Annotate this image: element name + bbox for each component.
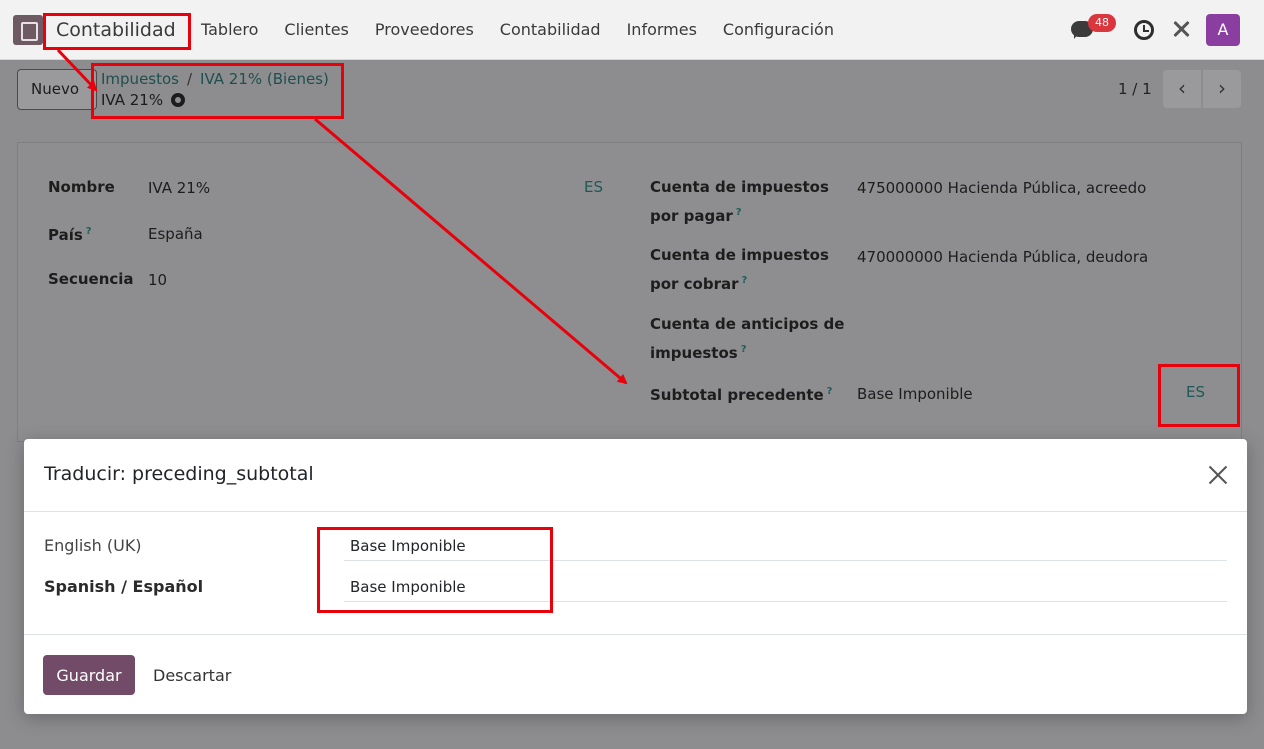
breadcrumb: Impuestos / IVA 21% (Bienes): [101, 70, 329, 88]
help-tooltip-icon[interactable]: ?: [741, 344, 747, 355]
message-count-badge: 48: [1088, 14, 1116, 32]
translation-language-english: English (UK): [44, 536, 142, 555]
close-icon[interactable]: [1208, 465, 1228, 485]
form-sheet: Nombre IVA 21% ES País? España Secuencia…: [17, 142, 1242, 442]
top-navbar: Contabilidad Tablero Clientes Proveedore…: [0, 0, 1264, 60]
translate-es-button-nombre[interactable]: ES: [584, 178, 603, 196]
translate-dialog: Traducir: preceding_subtotal English (UK…: [24, 439, 1247, 714]
field-label-nombre: Nombre: [48, 178, 115, 196]
menu-item-contabilidad[interactable]: Contabilidad: [500, 20, 601, 39]
apps-menu-icon[interactable]: [13, 15, 43, 45]
field-value-secuencia[interactable]: 10: [148, 267, 167, 293]
control-panel: Nuevo Impuestos / IVA 21% (Bienes) IVA 21%…: [0, 60, 1264, 132]
breadcrumb-link-impuestos[interactable]: Impuestos: [101, 70, 179, 88]
field-label-cuenta-por-cobrar: Cuenta de impuestos por cobrar?: [650, 246, 829, 293]
breadcrumb-link-record[interactable]: IVA 21% (Bienes): [200, 70, 329, 88]
pager-previous-button[interactable]: ‹: [1163, 70, 1201, 108]
menu-item-tablero[interactable]: Tablero: [201, 20, 258, 39]
debug-tools-icon[interactable]: [1171, 19, 1191, 39]
help-tooltip-icon[interactable]: ?: [742, 275, 748, 286]
pager-value[interactable]: 1 / 1: [1118, 80, 1152, 98]
field-value-pais[interactable]: España: [148, 221, 203, 247]
activity-clock-icon[interactable]: [1134, 20, 1154, 40]
translation-input-english[interactable]: [344, 531, 1227, 561]
translate-es-button-subtotal[interactable]: ES: [1186, 383, 1205, 401]
field-label-subtotal-precedente: Subtotal precedente?: [650, 386, 833, 404]
breadcrumb-separator: /: [186, 70, 193, 88]
field-label-pais: País?: [48, 226, 92, 244]
pager-next-button[interactable]: ›: [1203, 70, 1241, 108]
record-title: IVA 21%: [101, 91, 186, 109]
field-label-cuenta-anticipos: Cuenta de anticipos de impuestos?: [650, 315, 845, 362]
gear-icon[interactable]: [171, 93, 186, 107]
menu-item-proveedores[interactable]: Proveedores: [375, 20, 474, 39]
field-value-subtotal-precedente[interactable]: Base Imponible: [857, 381, 973, 407]
new-button[interactable]: Nuevo: [17, 69, 97, 110]
field-value-cuenta-por-pagar[interactable]: 475000000 Hacienda Pública, acreedo: [857, 175, 1155, 201]
dialog-title: Traducir: preceding_subtotal: [44, 463, 314, 485]
field-label-secuencia: Secuencia: [48, 270, 134, 288]
translation-input-spanish[interactable]: [344, 572, 1227, 602]
app-brand[interactable]: Contabilidad: [56, 19, 176, 41]
help-tooltip-icon[interactable]: ?: [736, 207, 742, 218]
record-name: IVA 21%: [101, 91, 164, 109]
field-label-cuenta-por-pagar: Cuenta de impuestos por pagar?: [650, 178, 829, 225]
field-value-cuenta-por-cobrar[interactable]: 470000000 Hacienda Pública, deudora: [857, 244, 1155, 270]
menu-item-informes[interactable]: Informes: [627, 20, 697, 39]
menu-item-clientes[interactable]: Clientes: [284, 20, 349, 39]
save-button[interactable]: Guardar: [43, 655, 135, 695]
dialog-header: Traducir: preceding_subtotal: [24, 439, 1247, 512]
discard-button[interactable]: Descartar: [139, 655, 245, 695]
translation-language-spanish: Spanish / Español: [44, 577, 204, 596]
user-avatar[interactable]: A: [1206, 14, 1240, 46]
field-value-nombre[interactable]: IVA 21%: [148, 175, 210, 201]
help-tooltip-icon[interactable]: ?: [86, 226, 92, 237]
menu-item-configuracion[interactable]: Configuración: [723, 20, 834, 39]
dialog-footer: Guardar Descartar: [24, 634, 1247, 714]
main-menu: Tablero Clientes Proveedores Contabilida…: [201, 20, 834, 39]
help-tooltip-icon[interactable]: ?: [827, 386, 833, 397]
